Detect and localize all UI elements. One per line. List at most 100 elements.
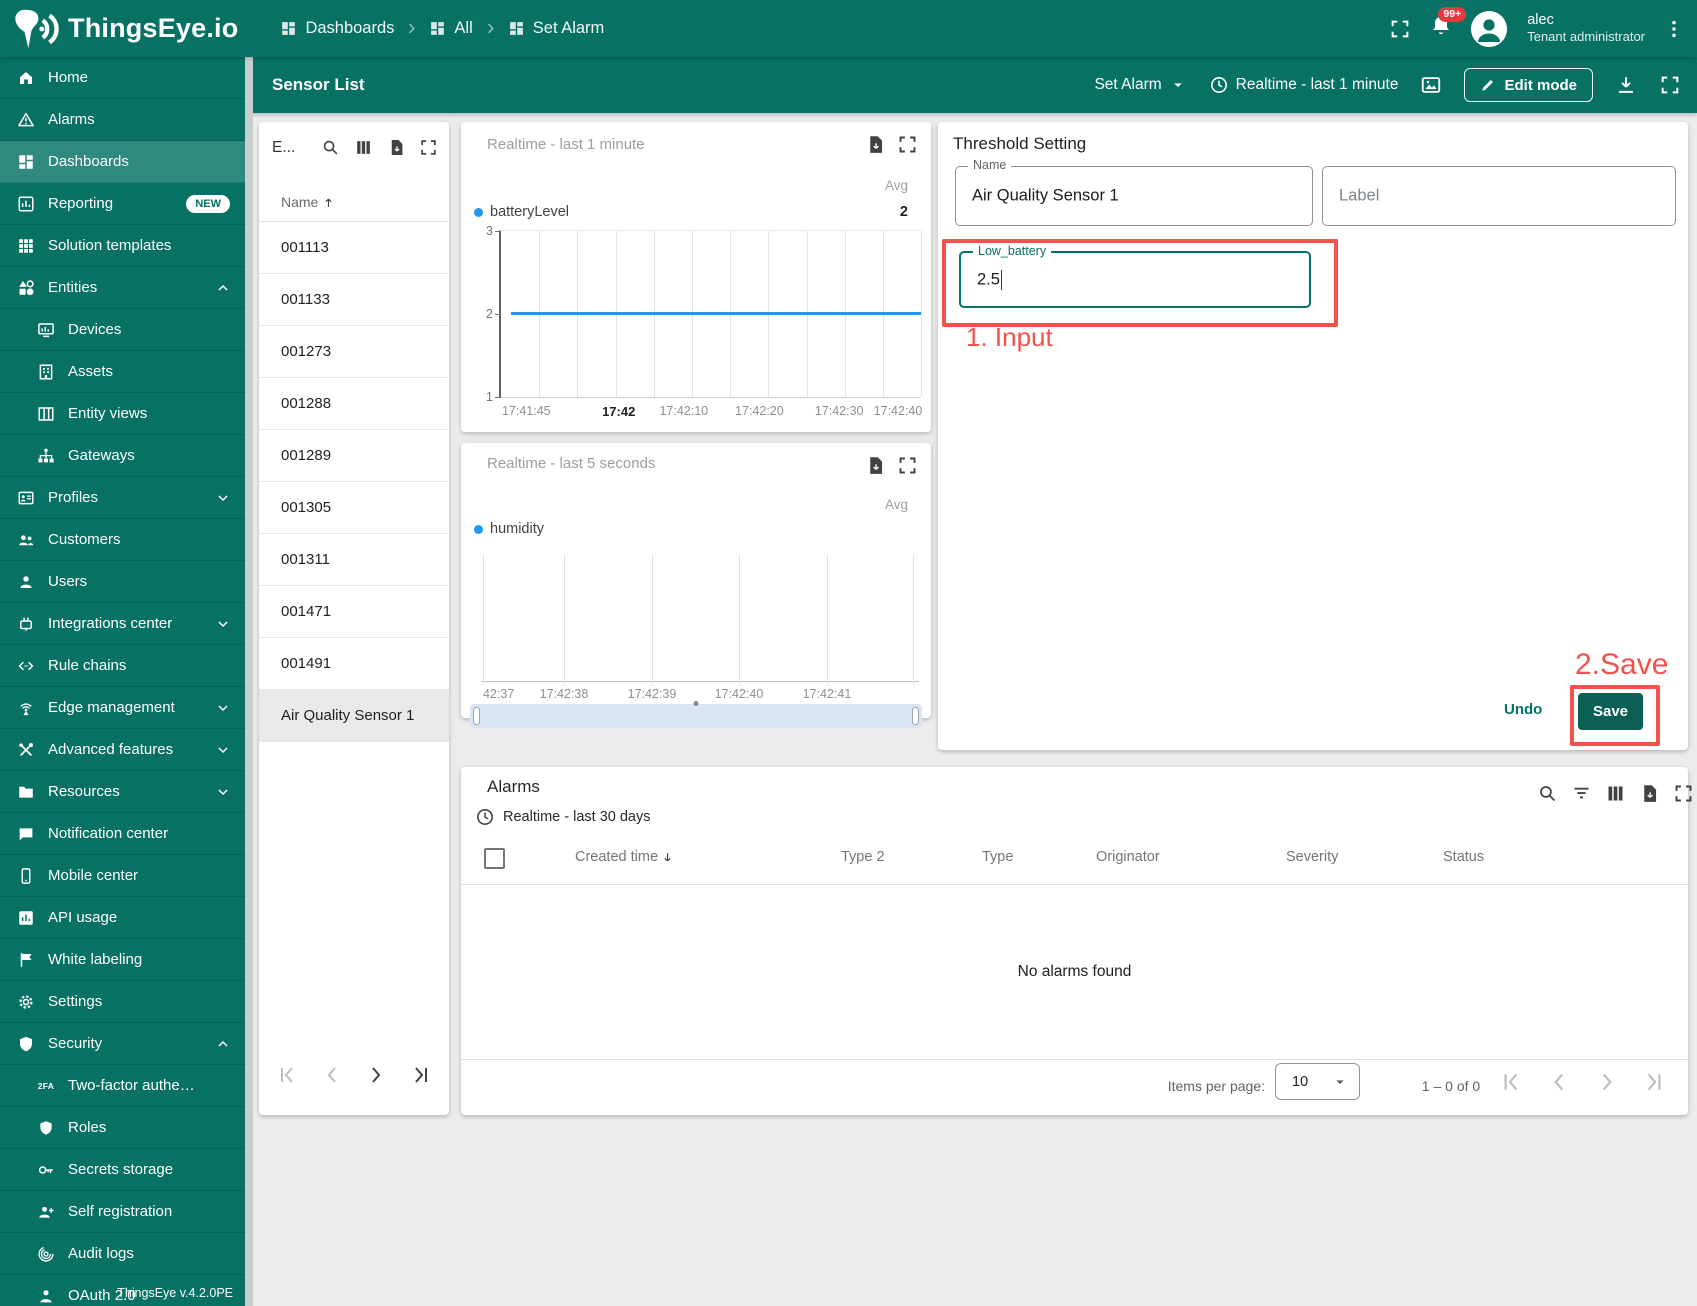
export-icon[interactable] <box>865 455 886 476</box>
prev-page-icon[interactable] <box>1546 1069 1572 1095</box>
sidebar-item-devices[interactable]: Devices <box>0 309 245 351</box>
last-page-icon[interactable] <box>409 1063 433 1087</box>
edit-mode-button[interactable]: Edit mode <box>1464 68 1593 102</box>
breadcrumb-item-all[interactable]: All <box>429 19 473 38</box>
search-icon[interactable] <box>1537 783 1558 804</box>
fullscreen-icon[interactable] <box>1659 74 1681 96</box>
fullscreen-icon[interactable] <box>419 138 438 157</box>
notifications-bell[interactable]: 99+ <box>1429 7 1467 43</box>
kebab-menu-icon[interactable] <box>1663 18 1685 40</box>
timewindow-button[interactable]: Realtime - last 1 minute <box>1209 75 1398 95</box>
sidebar-item-rule-chains[interactable]: Rule chains <box>0 645 245 687</box>
avatar[interactable] <box>1471 10 1508 47</box>
sidebar-item-advanced-features[interactable]: Advanced features <box>0 729 245 771</box>
dashboard-state-select[interactable]: Set Alarm <box>1094 76 1186 94</box>
scrollbar-left-handle[interactable] <box>473 707 480 725</box>
label-field[interactable]: Label <box>1322 166 1676 226</box>
sidebar-item-self-registration[interactable]: Self registration <box>0 1191 245 1233</box>
select-all-checkbox[interactable] <box>484 848 505 869</box>
entity-row-001133[interactable]: 001133 <box>259 274 449 326</box>
sidebar-item-edge-management[interactable]: Edge management <box>0 687 245 729</box>
export-icon[interactable] <box>865 134 886 155</box>
sidebar-item-secrets-storage[interactable]: Secrets storage <box>0 1149 245 1191</box>
entity-views-icon <box>36 405 56 423</box>
sidebar-item-alarms[interactable]: Alarms <box>0 99 245 141</box>
fullscreen-icon[interactable] <box>897 134 918 155</box>
sidebar-item-roles[interactable]: Roles <box>0 1107 245 1149</box>
sidebar-item-resources[interactable]: Resources <box>0 771 245 813</box>
sidebar-item-reporting[interactable]: Reporting NEW <box>0 183 245 225</box>
last-page-icon[interactable] <box>1641 1069 1667 1095</box>
sidebar-item-mobile-center[interactable]: Mobile center <box>0 855 245 897</box>
sidebar-item-profiles[interactable]: Profiles <box>0 477 245 519</box>
sidebar-item-users[interactable]: Users <box>0 561 245 603</box>
sidebar-item-audit-logs[interactable]: Audit logs <box>0 1233 245 1275</box>
first-page-icon[interactable] <box>275 1063 299 1087</box>
sidebar-item-notification-center[interactable]: Notification center <box>0 813 245 855</box>
breadcrumb-item-set-alarm[interactable]: Set Alarm <box>508 19 604 38</box>
timewindow-scrollbar[interactable] <box>470 701 922 728</box>
alarms-column-severity[interactable]: Severity <box>1286 849 1338 865</box>
sidebar-item-security[interactable]: Security <box>0 1023 245 1065</box>
sidebar-item-solution-templates[interactable]: Solution templates <box>0 225 245 267</box>
save-button[interactable]: Save <box>1578 693 1643 730</box>
alarms-column-type-2[interactable]: Type 2 <box>841 849 885 865</box>
legend-humidity[interactable]: humidity <box>474 521 544 537</box>
fullscreen-icon[interactable] <box>897 455 918 476</box>
sidebar-item-gateways[interactable]: Gateways <box>0 435 245 477</box>
legend-batteryLevel[interactable]: batteryLevel <box>474 204 569 220</box>
entity-row-001113[interactable]: 001113 <box>259 222 449 274</box>
fullscreen-icon[interactable] <box>1673 783 1694 804</box>
sidebar-item-white-labeling[interactable]: White labeling <box>0 939 245 981</box>
alarms-column-type[interactable]: Type <box>982 849 1013 865</box>
undo-button[interactable]: Undo <box>1504 701 1542 718</box>
entity-row-001491[interactable]: 001491 <box>259 638 449 690</box>
alarms-column-status[interactable]: Status <box>1443 849 1484 865</box>
next-page-icon[interactable] <box>1594 1069 1620 1095</box>
sidebar-scrollbar[interactable] <box>245 57 253 1306</box>
sidebar-item-integrations-center[interactable]: Integrations center <box>0 603 245 645</box>
export-icon[interactable] <box>1639 783 1660 804</box>
filter-icon[interactable] <box>1571 783 1592 804</box>
alarms-column-created-time[interactable]: Created time <box>575 849 675 865</box>
humidity-chart-plot[interactable] <box>481 555 919 685</box>
alarms-column-originator[interactable]: Originator <box>1096 849 1160 865</box>
entity-row-001305[interactable]: 001305 <box>259 482 449 534</box>
columns-icon[interactable] <box>354 138 373 157</box>
sidebar-item-entity-views[interactable]: Entity views <box>0 393 245 435</box>
entity-row-001288[interactable]: 001288 <box>259 378 449 430</box>
screenshot-icon[interactable] <box>1420 74 1442 96</box>
alarms-timewindow-button[interactable]: Realtime - last 30 days <box>475 807 650 827</box>
fullscreen-icon[interactable] <box>1389 18 1411 40</box>
download-icon[interactable] <box>1615 74 1637 96</box>
next-page-icon[interactable] <box>364 1063 388 1087</box>
sidebar-item-entities[interactable]: Entities <box>0 267 245 309</box>
user-info[interactable]: alec Tenant administrator <box>1527 11 1645 45</box>
sidebar-item-api-usage[interactable]: API usage <box>0 897 245 939</box>
sidebar-item-settings[interactable]: Settings <box>0 981 245 1023</box>
app-logo[interactable]: ThingsEye.io <box>12 8 238 50</box>
sidebar-item-home[interactable]: Home <box>0 57 245 99</box>
entity-row-air-quality-sensor-1[interactable]: Air Quality Sensor 1 <box>259 690 449 742</box>
columns-icon[interactable] <box>1605 783 1626 804</box>
entity-row-001311[interactable]: 001311 <box>259 534 449 586</box>
export-icon[interactable] <box>387 138 406 157</box>
entity-row-001289[interactable]: 001289 <box>259 430 449 482</box>
entity-row-001273[interactable]: 001273 <box>259 326 449 378</box>
breadcrumb-item-dashboards[interactable]: Dashboards <box>280 19 394 38</box>
sidebar-item-assets[interactable]: Assets <box>0 351 245 393</box>
low-battery-field[interactable]: Low_battery 2.5 <box>959 244 1311 308</box>
sidebar-item-two-factor-authenticati[interactable]: 2FA Two-factor authenticati... <box>0 1065 245 1107</box>
search-icon[interactable] <box>321 138 340 157</box>
name-column-header[interactable]: Name <box>281 194 336 210</box>
scrollbar-right-handle[interactable] <box>912 707 919 725</box>
breadcrumb: Dashboards All Set Alarm <box>280 19 604 38</box>
prev-page-icon[interactable] <box>320 1063 344 1087</box>
battery-chart-plot[interactable]: 3 2 1 <box>486 224 922 404</box>
items-per-page-select[interactable]: 10 <box>1275 1063 1360 1100</box>
first-page-icon[interactable] <box>1498 1069 1524 1095</box>
entity-row-001471[interactable]: 001471 <box>259 586 449 638</box>
name-field[interactable]: Name Air Quality Sensor 1 <box>955 158 1313 226</box>
sidebar-item-dashboards[interactable]: Dashboards <box>0 141 245 183</box>
sidebar-item-customers[interactable]: Customers <box>0 519 245 561</box>
